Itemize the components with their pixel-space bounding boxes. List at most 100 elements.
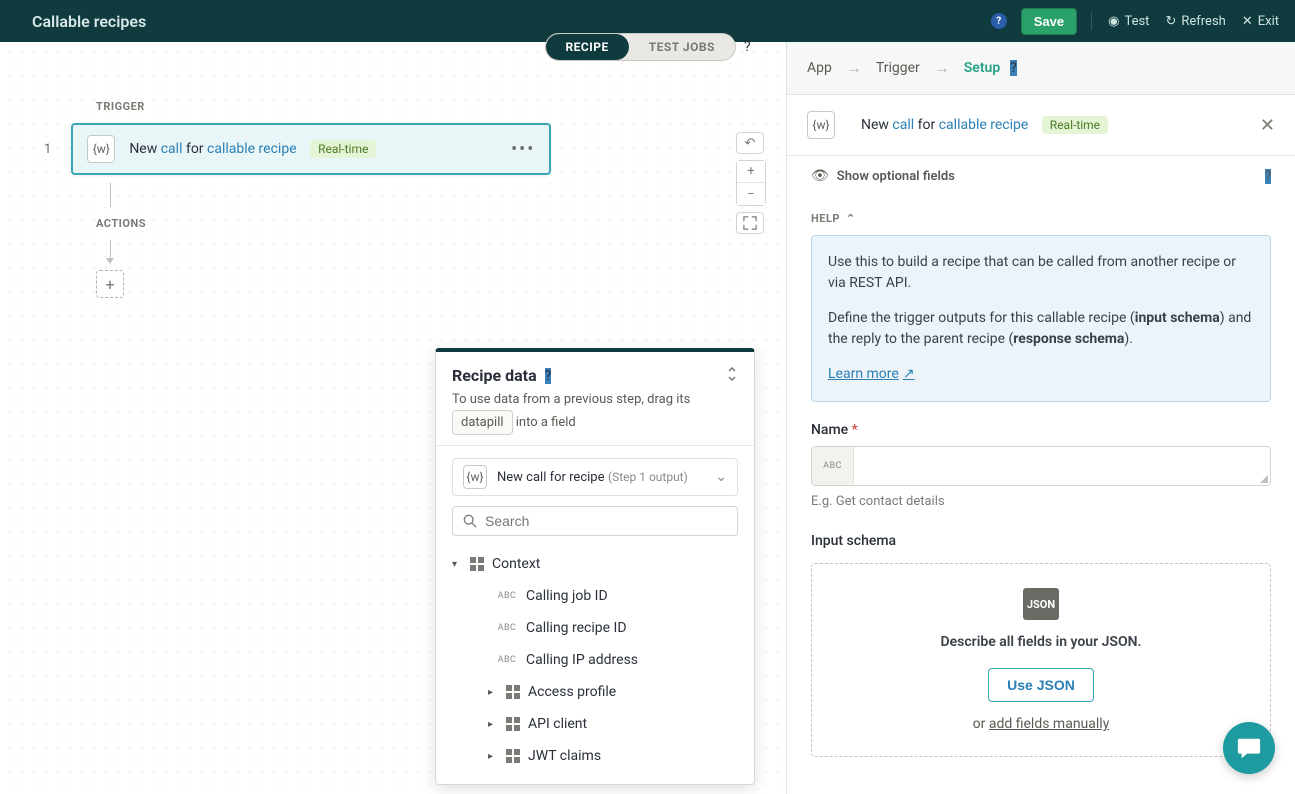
object-icon <box>506 717 520 731</box>
tree-label: Calling job ID <box>526 588 608 604</box>
recipe-data-subtitle: To use data from a previous step, drag i… <box>452 390 738 435</box>
search-icon <box>463 514 477 528</box>
string-type-icon: ABC <box>496 655 518 665</box>
play-icon: ◉ <box>1108 14 1119 29</box>
test-label: Test <box>1124 14 1149 29</box>
zoom-in-button[interactable]: + <box>737 161 765 183</box>
name-type-icon: ABC <box>812 447 854 485</box>
help-box: Use this to build a recipe that can be c… <box>811 235 1271 402</box>
name-field-label: Name * <box>811 422 1271 438</box>
trigger-section-label: TRIGGER <box>96 100 766 113</box>
help-section-toggle[interactable]: HELP ⌃ <box>811 212 1271 225</box>
tree-node[interactable]: ▸ Access profile <box>452 676 738 708</box>
zoom-out-button[interactable]: − <box>737 183 765 205</box>
chevron-up-icon: ⌃ <box>846 212 856 225</box>
json-desc: Describe all fields in your JSON. <box>836 634 1246 650</box>
collapse-icon[interactable] <box>726 367 738 385</box>
bc-app[interactable]: App <box>807 60 832 76</box>
learn-more-link[interactable]: Learn more ↗ <box>828 364 915 385</box>
close-icon: ✕ <box>1242 14 1253 29</box>
tree-label: Calling recipe ID <box>526 620 627 636</box>
tab-test-jobs[interactable]: TEST JOBS <box>629 34 735 60</box>
name-hint: E.g. Get contact details <box>811 494 1271 509</box>
name-input[interactable] <box>854 447 1270 485</box>
trigger-summary-text: New call for callable recipe Real-time <box>861 117 1108 133</box>
tree-item[interactable]: ABC Calling IP address <box>452 644 738 676</box>
recipe-canvas[interactable]: TRIGGER 1 {w} New call for callable reci… <box>0 42 786 794</box>
step-output-selector[interactable]: {w} New call for recipe (Step 1 output) … <box>452 458 738 496</box>
optional-help-icon[interactable]: ? <box>1265 169 1271 184</box>
tree-label: Context <box>492 556 540 572</box>
step-number: 1 <box>44 142 51 157</box>
refresh-label: Refresh <box>1181 14 1225 29</box>
external-link-icon: ↗ <box>903 364 915 385</box>
bc-trigger[interactable]: Trigger <box>876 60 920 76</box>
search-input[interactable] <box>485 513 727 529</box>
realtime-badge: Real-time <box>1042 116 1108 134</box>
save-button[interactable]: Save <box>1021 8 1077 35</box>
bc-setup[interactable]: Setup <box>964 60 1000 76</box>
tree-label: Access profile <box>528 684 616 700</box>
tree-node[interactable]: ▸ API client <box>452 708 738 740</box>
trigger-step-card[interactable]: {w} New call for callable recipe Real-ti… <box>71 123 551 175</box>
refresh-button[interactable]: ↻ Refresh <box>1165 14 1225 29</box>
view-toggle: RECIPE TEST JOBS ? <box>544 33 750 61</box>
add-action-button[interactable]: + <box>96 270 124 298</box>
trigger-step-text: New call for callable recipe Real-time <box>129 141 511 157</box>
caret-right-icon: ▸ <box>488 751 498 762</box>
tree-label: API client <box>528 716 587 732</box>
test-button[interactable]: ◉ Test <box>1108 14 1149 29</box>
setup-help-icon[interactable]: ? <box>1010 60 1017 76</box>
object-icon <box>506 685 520 699</box>
exit-button[interactable]: ✕ Exit <box>1242 14 1279 29</box>
tab-recipe[interactable]: RECIPE <box>545 34 628 60</box>
arrow-right-icon: → <box>934 58 950 78</box>
tree-label: Calling IP address <box>526 652 638 668</box>
caret-right-icon: ▸ <box>488 687 498 698</box>
chat-icon <box>1236 735 1262 761</box>
undo-button[interactable]: ↶ <box>736 132 764 154</box>
tree-item[interactable]: ABC Calling job ID <box>452 580 738 612</box>
help-text: Define the trigger outputs for this call… <box>828 308 1254 350</box>
add-fields-manually-link[interactable]: add fields manually <box>989 716 1109 732</box>
tree-node-context[interactable]: ▾ Context <box>452 548 738 580</box>
canvas-controls: ↶ + − <box>736 132 766 234</box>
actions-section-label: ACTIONS <box>96 217 766 230</box>
tree-node[interactable]: ▸ JWT claims <box>452 740 738 772</box>
exit-label: Exit <box>1258 14 1279 29</box>
input-schema-label: Input schema <box>811 533 1271 549</box>
step-output-sub: (Step 1 output) <box>608 470 688 484</box>
json-icon: JSON <box>1023 588 1059 620</box>
breadcrumb: App → Trigger → Setup ? <box>787 42 1295 95</box>
page-title: Callable recipes <box>32 12 146 31</box>
chevron-down-icon: ⌄ <box>715 469 727 485</box>
caret-down-icon: ▾ <box>452 559 462 570</box>
datapill-chip: datapill <box>452 410 513 436</box>
fit-view-button[interactable] <box>736 212 764 234</box>
datapill-search[interactable] <box>452 506 738 536</box>
workato-icon: {w} <box>463 465 487 489</box>
setup-panel: App → Trigger → Setup ? {w} New call for… <box>786 42 1295 794</box>
show-optional-toggle[interactable]: Show optional fields <box>837 169 955 184</box>
trigger-summary: {w} New call for callable recipe Real-ti… <box>787 95 1295 156</box>
help-icon[interactable]: ? <box>991 13 1007 29</box>
resize-handle-icon[interactable] <box>1260 475 1268 483</box>
object-icon <box>470 557 484 571</box>
caret-right-icon: ▸ <box>488 719 498 730</box>
tree-label: JWT claims <box>528 748 601 764</box>
json-or-text: or add fields manually <box>836 716 1246 732</box>
tree-item[interactable]: ABC Calling recipe ID <box>452 612 738 644</box>
recipe-data-title: Recipe data <box>452 366 537 385</box>
json-schema-box: JSON Describe all fields in your JSON. U… <box>811 563 1271 757</box>
use-json-button[interactable]: Use JSON <box>988 668 1094 702</box>
string-type-icon: ABC <box>496 623 518 633</box>
workato-icon: {w} <box>807 111 835 139</box>
step-menu-icon[interactable]: ••• <box>511 139 535 160</box>
chat-widget-button[interactable] <box>1223 722 1275 774</box>
recipe-data-help-icon[interactable]: ? <box>545 368 552 384</box>
step-output-title: New call for recipe <box>497 470 605 485</box>
toggle-help-icon[interactable]: ? <box>744 39 751 55</box>
close-panel-button[interactable]: ✕ <box>1260 115 1275 136</box>
datapill-tree: ▾ Context ABC Calling job ID ABC Calling… <box>452 548 738 772</box>
recipe-data-panel: Recipe data ? To use data from a previou… <box>435 348 755 785</box>
